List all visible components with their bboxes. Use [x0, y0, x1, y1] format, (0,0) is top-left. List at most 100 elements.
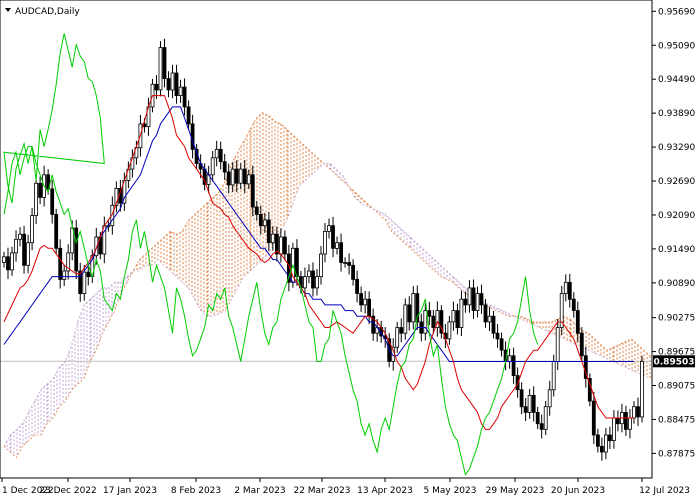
- candle: [319, 246, 323, 285]
- candle: [395, 322, 400, 353]
- candle: [323, 223, 327, 263]
- candle-body-down: [54, 213, 59, 249]
- candle: [399, 318, 404, 343]
- y-tick-label: 0.93890: [658, 109, 695, 119]
- candle: [351, 259, 356, 286]
- candle-body-up: [612, 417, 616, 442]
- candle-body-down: [154, 83, 159, 91]
- candle-body-up: [230, 168, 235, 186]
- candle-body-down: [351, 264, 356, 280]
- dropdown-triangle-icon[interactable]: [5, 8, 11, 12]
- candle: [62, 264, 67, 286]
- candle-body-up: [210, 157, 215, 176]
- candle: [467, 280, 472, 313]
- candle: [407, 296, 412, 331]
- x-axis: 1 Dec 202223 Dec 2022 17 Jan 2023 8 Feb 20…: [1, 478, 690, 496]
- candle-body-up: [467, 287, 472, 306]
- x-tick-label: 20 Jun 2023: [551, 486, 605, 496]
- candle: [583, 346, 588, 388]
- candle: [343, 257, 348, 268]
- candle-body-down: [511, 355, 516, 376]
- candle-body-up: [343, 262, 348, 264]
- candle: [411, 286, 416, 330]
- candle: [527, 388, 532, 419]
- y-axis: 0.95690 0.95090 0.94490 0.93890 0.93290 0.926…: [652, 7, 695, 459]
- current-price-label: 0.89503: [654, 357, 695, 367]
- candle-body-down: [519, 389, 524, 408]
- candle-body-down: [399, 327, 404, 334]
- candle: [74, 219, 79, 280]
- candle-body-up: [315, 276, 319, 289]
- candle-body-up: [14, 238, 18, 254]
- candle-body-up: [507, 355, 512, 362]
- candle-body-down: [250, 174, 255, 208]
- candle-body-down: [499, 338, 504, 351]
- candle: [575, 301, 580, 343]
- candle-body-up: [640, 361, 644, 418]
- candle: [238, 163, 243, 190]
- candle-body-down: [491, 315, 496, 334]
- candle: [591, 391, 596, 445]
- candle-body-up: [551, 361, 556, 391]
- candle: [2, 251, 6, 268]
- candle: [166, 71, 171, 98]
- candle-body-up: [403, 304, 408, 334]
- x-tick-label: 13 Apr 2023: [357, 486, 413, 496]
- candle: [600, 437, 604, 461]
- candle: [250, 165, 255, 217]
- candle: [6, 247, 10, 279]
- candle: [174, 64, 179, 104]
- x-tick-label: 23 Dec 2022: [39, 486, 97, 496]
- candles: [2, 38, 644, 461]
- candle-body-up: [170, 72, 175, 91]
- candle: [511, 347, 516, 384]
- candle-body-up: [2, 256, 6, 263]
- x-tick-label: 2 Mar 2023: [234, 486, 285, 496]
- current-price-tag: 0.89503: [653, 355, 695, 368]
- candle: [519, 382, 524, 415]
- candle: [531, 386, 536, 422]
- candle-body-up: [238, 168, 243, 184]
- candle-body-up: [547, 389, 552, 408]
- candle-body-up: [487, 315, 492, 323]
- candle-body-down: [608, 434, 612, 442]
- candle: [367, 291, 372, 325]
- candle: [628, 409, 632, 439]
- y-tick-label: 0.95690: [658, 7, 695, 17]
- candle: [210, 151, 215, 182]
- candle-body-up: [475, 293, 480, 312]
- candle: [487, 307, 492, 332]
- candle-body-down: [182, 86, 187, 108]
- candle-body-down: [523, 406, 528, 413]
- candle-body-up: [26, 242, 31, 266]
- candle-body-down: [616, 417, 620, 425]
- x-tick-label: 8 Feb 2023: [171, 486, 221, 496]
- candle-body-down: [242, 168, 247, 185]
- candle-body-up: [604, 434, 608, 453]
- candle-body-up: [327, 225, 331, 232]
- candle-body-up: [262, 219, 267, 227]
- x-tick-label: 17 Jan 2023: [103, 486, 157, 496]
- candle-body-down: [579, 332, 584, 357]
- candle: [58, 239, 63, 289]
- candle: [335, 236, 339, 255]
- y-tick-label: 0.94490: [658, 75, 695, 85]
- candle-body-down: [162, 47, 167, 80]
- candle: [624, 405, 628, 437]
- candle-body-down: [282, 236, 287, 255]
- candle-body-up: [447, 321, 452, 340]
- candle-body-down: [74, 227, 79, 272]
- candle: [563, 274, 568, 302]
- chart-title[interactable]: AUDCAD,Daily: [5, 7, 80, 17]
- candle: [371, 308, 376, 341]
- candle-body-down: [22, 233, 27, 266]
- candle: [158, 41, 163, 97]
- candle-body-down: [471, 287, 476, 311]
- candle: [636, 397, 640, 427]
- candle: [559, 285, 564, 336]
- candle-body-up: [62, 270, 67, 280]
- candle: [54, 208, 59, 254]
- candle: [491, 310, 496, 339]
- candle-body-down: [86, 271, 91, 278]
- candle-body-down: [186, 106, 191, 125]
